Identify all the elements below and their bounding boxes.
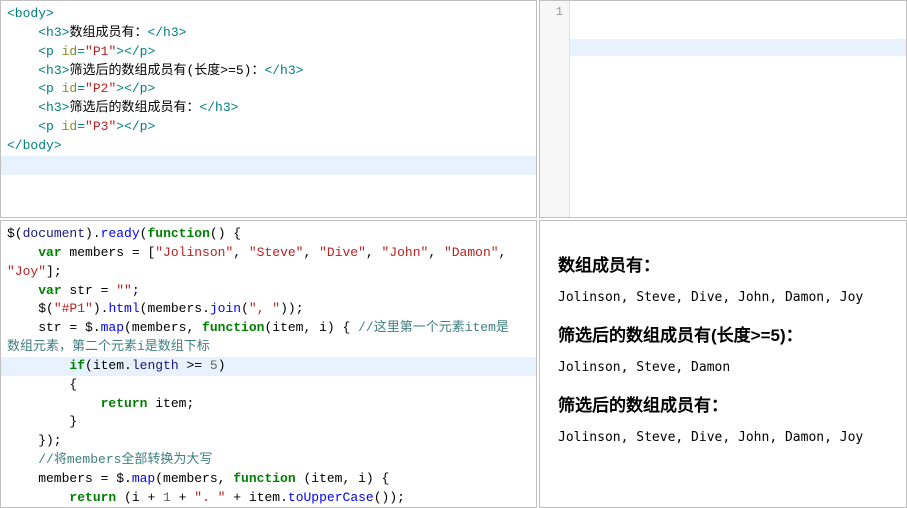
html-editor-pane[interactable]: <body> <h3>数组成员有：</h3> <p id="P1"></p> <… xyxy=(0,0,537,218)
css-editor-pane[interactable]: 1 xyxy=(539,0,907,218)
html-code-area[interactable]: <body> <h3>数组成员有：</h3> <p id="P1"></p> <… xyxy=(1,1,536,179)
js-editor-pane[interactable]: $(document).ready(function() { var membe… xyxy=(0,220,537,508)
output-paragraph: Jolinson, Steve, Damon xyxy=(558,360,888,375)
js-code-area[interactable]: $(document).ready(function() { var membe… xyxy=(1,221,536,508)
editor-layout: <body> <h3>数组成员有：</h3> <p id="P1"></p> <… xyxy=(0,0,907,508)
output-body: 数组成员有： Jolinson, Steve, Dive, John, Damon… xyxy=(558,251,888,445)
output-heading: 数组成员有： xyxy=(558,251,888,276)
active-line xyxy=(540,39,906,56)
output-paragraph: Jolinson, Steve, Dive, John, Damon, Joy xyxy=(558,290,888,305)
output-pane: 数组成员有： Jolinson, Steve, Dive, John, Damon… xyxy=(539,220,907,508)
output-heading: 筛选后的数组成员有(长度>=5)： xyxy=(558,321,888,346)
output-heading: 筛选后的数组成员有： xyxy=(558,391,888,416)
line-gutter: 1 xyxy=(540,1,570,217)
output-paragraph: Jolinson, Steve, Dive, John, Damon, Joy xyxy=(558,430,888,445)
line-number: 1 xyxy=(556,5,563,19)
css-code-area[interactable] xyxy=(540,1,906,97)
